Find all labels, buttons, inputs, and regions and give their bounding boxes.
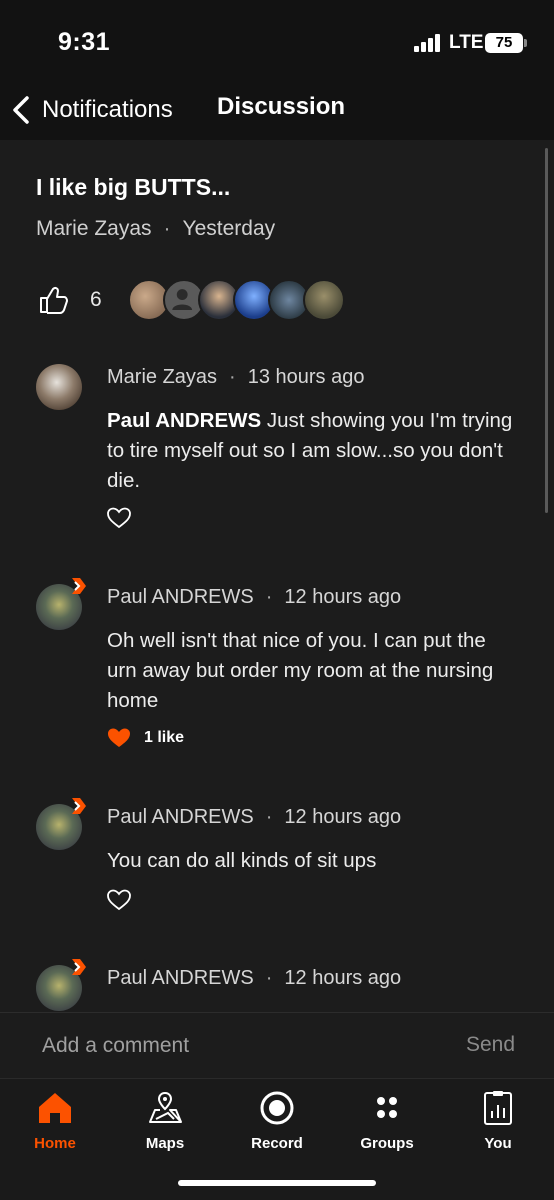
tab-label: Home: [34, 1135, 76, 1152]
tab-label: You: [484, 1135, 512, 1152]
status-bar: 9:31 LTE 75: [0, 0, 554, 78]
chevron-left-icon: [13, 96, 29, 124]
comment-text: You can do all kinds of sit ups: [107, 849, 377, 872]
discussion-content[interactable]: I like big BUTTS... Marie Zayas · Yester…: [0, 140, 554, 1012]
home-indicator: [178, 1180, 376, 1186]
heart-outline-icon[interactable]: [106, 506, 132, 530]
home-icon: [39, 1093, 71, 1123]
groups-icon: [377, 1097, 397, 1118]
strava-subscriber-icon: [72, 578, 86, 594]
comment-author[interactable]: Paul ANDREWS: [107, 806, 254, 829]
scrollbar[interactable]: [545, 148, 548, 513]
meta-separator: ·: [265, 806, 273, 828]
post-likes-row: 6: [36, 278, 345, 322]
tab-label: Record: [251, 1135, 303, 1152]
liker-avatars[interactable]: [127, 279, 345, 321]
comment-header: Paul ANDREWS · 12 hours ago: [107, 586, 401, 609]
tab-label: Maps: [145, 1135, 185, 1152]
comment-time: 13 hours ago: [247, 366, 365, 388]
like-count[interactable]: 6: [90, 288, 102, 312]
avatar[interactable]: [36, 959, 86, 1011]
meta-separator: ·: [163, 217, 171, 240]
strava-subscriber-icon: [72, 959, 86, 975]
you-icon: [484, 1091, 512, 1125]
comment-author[interactable]: Paul ANDREWS: [107, 586, 254, 609]
meta-separator: ·: [265, 967, 273, 989]
comment-text: Paul ANDREWS Just showing you I'm trying…: [107, 406, 517, 496]
comment-header: Marie Zayas · 13 hours ago: [107, 366, 364, 389]
comment-time: 12 hours ago: [284, 806, 402, 828]
record-icon: [260, 1091, 294, 1125]
heart-filled-icon[interactable]: [106, 726, 132, 750]
send-button[interactable]: Send: [466, 1033, 515, 1057]
post-time: Yesterday: [182, 217, 276, 240]
status-time: 9:31: [58, 28, 111, 56]
post-title: I like big BUTTS...: [36, 174, 231, 200]
avatar[interactable]: [36, 798, 86, 850]
avatar[interactable]: [36, 364, 82, 410]
comment-header: Paul ANDREWS · 12 hours ago: [107, 967, 401, 990]
tab-label: Groups: [360, 1135, 414, 1152]
comment-input-bar: Send: [0, 1012, 554, 1078]
strava-subscriber-icon: [72, 798, 86, 814]
tab-maps[interactable]: Maps: [115, 1085, 215, 1155]
mention-link[interactable]: Paul ANDREWS: [107, 409, 261, 432]
back-button[interactable]: Notifications: [10, 90, 173, 130]
comment-input[interactable]: [42, 1031, 422, 1061]
comment-text: Oh well isn't that nice of you. I can pu…: [107, 629, 494, 712]
battery-icon: 75: [485, 33, 523, 53]
meta-separator: ·: [265, 586, 273, 608]
comment-time: 12 hours ago: [284, 967, 402, 989]
comment-like-count[interactable]: 1 like: [144, 729, 184, 747]
meta-separator: ·: [229, 366, 236, 388]
comment-author[interactable]: Marie Zayas: [107, 366, 217, 389]
tab-groups[interactable]: Groups: [337, 1085, 437, 1155]
heart-outline-icon[interactable]: [106, 888, 132, 912]
tab-record[interactable]: Record: [227, 1085, 327, 1155]
back-label: Notifications: [42, 96, 173, 123]
network-type: LTE: [449, 32, 484, 53]
tab-you[interactable]: You: [448, 1085, 548, 1155]
liker-avatar: [302, 279, 345, 321]
thumbs-up-icon[interactable]: [36, 283, 70, 317]
nav-header: Notifications Discussion: [0, 78, 554, 140]
comment-time: 12 hours ago: [284, 586, 402, 608]
tab-home[interactable]: Home: [5, 1085, 105, 1155]
comment-header: Paul ANDREWS · 12 hours ago: [107, 806, 401, 829]
battery-tip: [524, 39, 527, 47]
avatar[interactable]: [36, 578, 86, 630]
page-title: Discussion: [217, 93, 346, 120]
post-author[interactable]: Marie Zayas: [36, 217, 152, 241]
post-meta: Marie Zayas · Yesterday: [36, 217, 275, 241]
maps-icon: [149, 1091, 182, 1123]
signal-strength-icon: [414, 34, 440, 52]
comment-author[interactable]: Paul ANDREWS: [107, 967, 254, 990]
